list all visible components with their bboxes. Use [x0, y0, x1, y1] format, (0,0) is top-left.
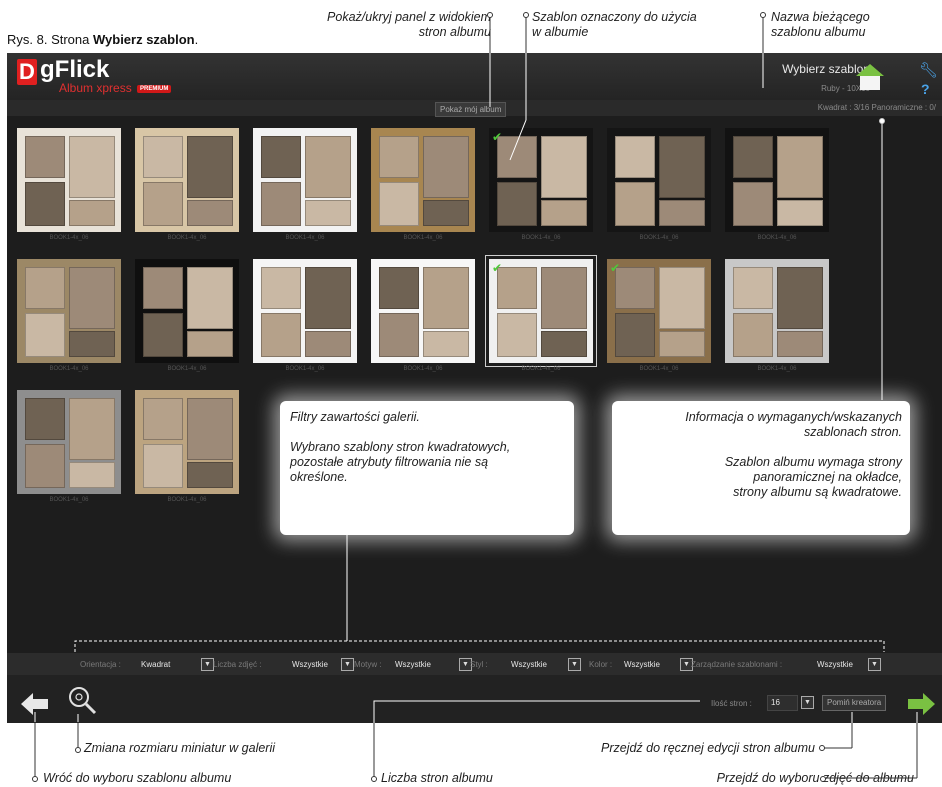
- leader-lines: [32, 12, 918, 782]
